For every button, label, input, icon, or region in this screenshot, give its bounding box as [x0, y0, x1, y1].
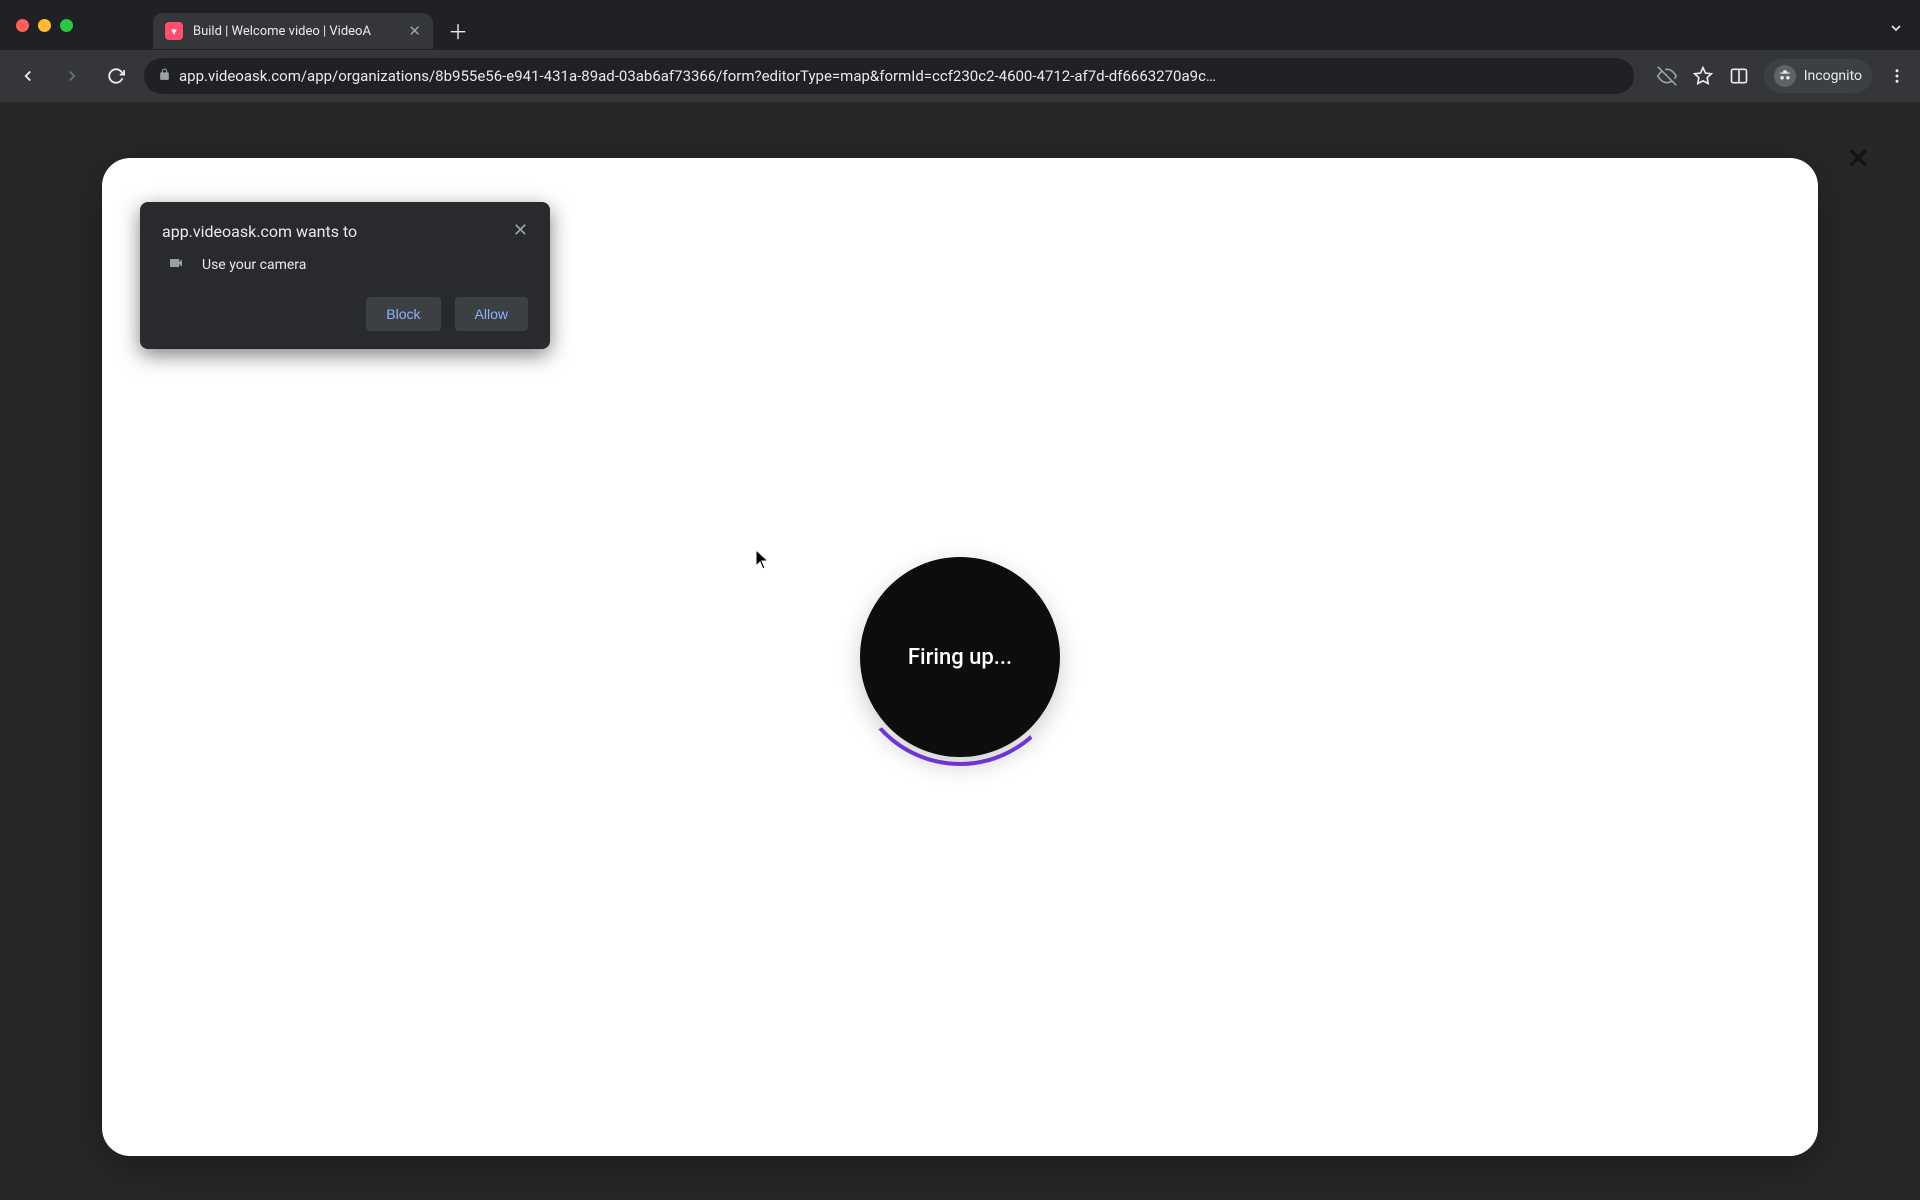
app-viewport: ✕ Firing up... app.videoask.com wants to…: [0, 102, 1920, 1200]
reload-button[interactable]: [100, 60, 132, 92]
lock-icon: [158, 68, 171, 85]
browser-tab[interactable]: ▾ Build | Welcome video | VideoA ✕: [153, 13, 433, 49]
close-panel-button[interactable]: ✕: [1847, 142, 1870, 175]
permission-actions: Block Allow: [162, 297, 528, 331]
permission-title: app.videoask.com wants to: [162, 222, 357, 241]
incognito-badge[interactable]: Incognito: [1764, 59, 1872, 93]
eye-off-icon[interactable]: [1656, 65, 1678, 87]
loading-text: Firing up...: [908, 645, 1012, 670]
new-tab-button[interactable]: ＋: [443, 15, 473, 45]
block-button[interactable]: Block: [366, 297, 440, 331]
browser-toolbar: app.videoask.com/app/organizations/8b955…: [0, 50, 1920, 102]
url-text: app.videoask.com/app/organizations/8b955…: [179, 67, 1620, 85]
tab-favicon: ▾: [165, 22, 183, 40]
permission-item-text: Use your camera: [202, 257, 306, 273]
browser-chrome: ▾ Build | Welcome video | VideoA ✕ ＋ app…: [0, 0, 1920, 102]
tab-close-icon[interactable]: ✕: [408, 22, 421, 40]
window-close-button[interactable]: [16, 19, 29, 32]
star-icon[interactable]: [1692, 65, 1714, 87]
panel-icon[interactable]: [1728, 65, 1750, 87]
permission-item: Use your camera: [162, 255, 528, 275]
allow-button[interactable]: Allow: [455, 297, 528, 331]
loading-indicator: Firing up...: [850, 547, 1070, 767]
kebab-menu-icon[interactable]: [1886, 65, 1908, 87]
window-controls: [16, 19, 73, 32]
tab-bar: ▾ Build | Welcome video | VideoA ✕ ＋: [0, 0, 1920, 50]
back-button[interactable]: [12, 60, 44, 92]
window-minimize-button[interactable]: [38, 19, 51, 32]
permission-prompt: app.videoask.com wants to ✕ Use your cam…: [140, 202, 550, 349]
camera-icon: [166, 255, 186, 275]
mouse-cursor: [756, 550, 770, 570]
toolbar-right: Incognito: [1656, 59, 1908, 93]
tab-title: Build | Welcome video | VideoA: [193, 24, 398, 39]
window-maximize-button[interactable]: [60, 19, 73, 32]
incognito-label: Incognito: [1804, 68, 1862, 84]
address-bar[interactable]: app.videoask.com/app/organizations/8b955…: [144, 58, 1634, 94]
forward-button[interactable]: [56, 60, 88, 92]
permission-close-icon[interactable]: ✕: [513, 222, 528, 240]
loading-circle: Firing up...: [860, 557, 1060, 757]
tabs-dropdown-icon[interactable]: [1888, 20, 1904, 40]
incognito-icon: [1774, 65, 1796, 87]
